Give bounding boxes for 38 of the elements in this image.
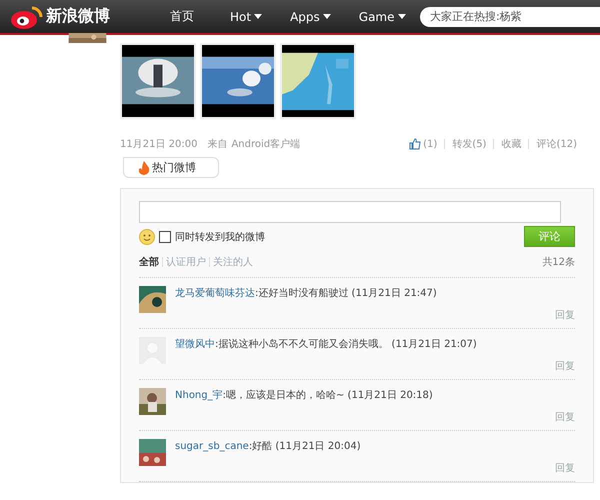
checkbox[interactable]	[159, 230, 171, 242]
search-field[interactable]: 大家正在热搜:杨紫	[420, 6, 600, 26]
username-link[interactable]: 龙马爱葡萄味芬达	[175, 288, 255, 299]
nav-link[interactable]: Hot	[230, 8, 262, 25]
comment-text: 望微风中:据说这种小岛不不久可能又会消失哦。 (11月21日 21:07)	[175, 338, 478, 351]
nav-link[interactable]: Apps	[290, 8, 331, 25]
username-link[interactable]: Nhong_宇	[175, 390, 223, 401]
source-label: 来自	[207, 138, 228, 151]
reply-link[interactable]: 回复	[555, 410, 575, 424]
username-link[interactable]: sugar_sb_cane	[175, 441, 249, 452]
post-time[interactable]: 11月21日 20:00	[120, 137, 198, 151]
username-link[interactable]: 望微风中	[175, 339, 215, 350]
logo-text: 新浪微博	[46, 6, 110, 27]
action-link[interactable]: 转发(5)	[452, 137, 486, 151]
filter-tab[interactable]: 关注的人	[213, 255, 253, 269]
action-link[interactable]: 收藏	[501, 137, 522, 151]
nav-link[interactable]: 首页	[170, 8, 194, 25]
checkbox-label: 同时转发到我的微博	[175, 230, 265, 244]
comment-text: 龙马爱葡萄味芬达:还好当时没有船驶过 (11月21日 21:47)	[175, 286, 438, 300]
smiley-icon	[139, 228, 155, 244]
comment-text: sugar_sb_cane:好酷 (11月21日 20:04)	[175, 440, 362, 453]
reply-link[interactable]: 回复	[555, 461, 575, 475]
comment-input[interactable]	[139, 201, 561, 223]
thumbs-up-icon	[409, 138, 422, 150]
nav-link[interactable]: Game	[358, 8, 406, 25]
hot-tag[interactable]: 热门微博	[123, 157, 219, 178]
flame-icon	[138, 160, 150, 174]
reply-link[interactable]: 回复	[555, 359, 575, 373]
like-button[interactable]: (1)	[409, 138, 438, 150]
comment-button[interactable]: 评论	[524, 226, 575, 247]
comment-text: Nhong_宇:嗯，应该是日本的，哈哈~ (11月21日 20:18)	[175, 388, 434, 402]
comment-count: 共12条	[542, 256, 575, 269]
filter-tab[interactable]: 认证用户	[166, 255, 206, 269]
weibo-logo-icon	[10, 4, 44, 30]
action-link[interactable]: 评论(12)	[536, 137, 577, 151]
source-link[interactable]: Android客户端	[231, 137, 300, 151]
reply-link[interactable]: 回复	[555, 308, 575, 322]
filter-tab[interactable]: 全部	[139, 255, 159, 269]
